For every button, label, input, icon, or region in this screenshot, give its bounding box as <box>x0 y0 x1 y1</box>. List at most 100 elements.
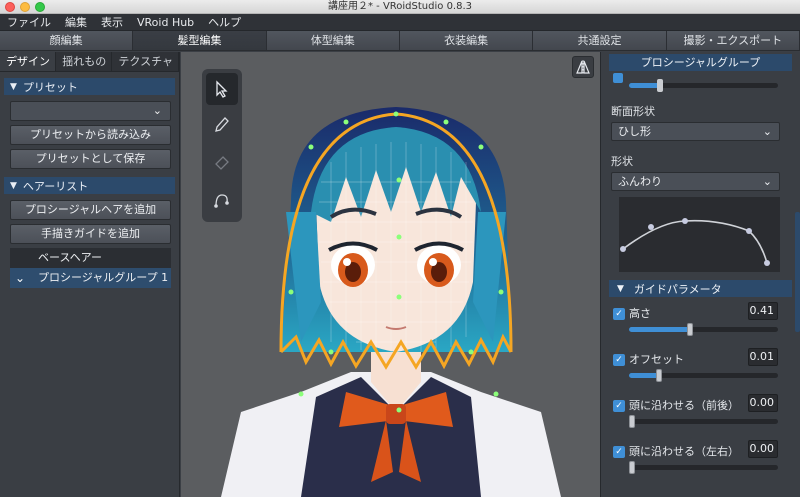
edit-toolbox <box>202 69 242 222</box>
menu-edit[interactable]: 編集 <box>58 14 94 30</box>
chevron-down-icon: ⌄ <box>762 125 772 138</box>
title-bar: 講座用２* - VRoidStudio 0.8.3 <box>0 0 800 14</box>
param-slider[interactable] <box>629 461 778 474</box>
param-value-input[interactable]: 0.01 <box>748 348 778 366</box>
slider-knob[interactable] <box>629 461 635 474</box>
menu-view[interactable]: 表示 <box>94 14 130 30</box>
select-tool-button[interactable] <box>206 73 238 105</box>
window-title: 講座用２* - VRoidStudio 0.8.3 <box>327 1 473 12</box>
chevron-down-icon: ⌄ <box>762 175 772 188</box>
cross-section-value: ひし形 <box>618 125 651 138</box>
curve-point[interactable] <box>746 228 752 234</box>
tab-hair-edit[interactable]: 髪型編集 <box>133 31 267 50</box>
param-offset: ✓ オフセット 0.01 <box>601 343 800 389</box>
tab-common-settings[interactable]: 共通設定 <box>533 31 667 50</box>
param-value-input[interactable]: 0.00 <box>748 440 778 458</box>
mirror-toggle-button[interactable] <box>572 56 594 78</box>
add-guide-button[interactable]: 手描きガイドを追加 <box>10 224 171 244</box>
preset-header-label: プリセット <box>22 80 78 94</box>
pen-icon <box>215 117 229 132</box>
hair-list-header-label: ヘアーリスト <box>22 179 89 193</box>
curve-point[interactable] <box>764 260 770 266</box>
curve-tool-button[interactable] <box>206 185 238 217</box>
menu-help[interactable]: ヘルプ <box>201 14 248 30</box>
param-label: 高さ <box>629 307 651 320</box>
collapse-caret-icon: ▼ <box>617 283 624 294</box>
cross-section-select[interactable]: ひし形 ⌄ <box>611 122 780 141</box>
slider-fill <box>629 83 659 88</box>
curve-point[interactable] <box>648 224 654 230</box>
param-follow-left-right: ✓ 頭に沿わせる（左右） 0.00 <box>601 435 800 481</box>
tab-outfit-edit[interactable]: 衣装編集 <box>399 31 534 50</box>
right-panel: プロシージャルグループ 断面形状 ひし形 ⌄ 形状 ふんわり ⌄ ▼ ガイドパラ… <box>600 52 800 497</box>
expand-chevron-icon[interactable]: ⌄ <box>15 268 25 288</box>
slider-knob[interactable] <box>656 369 662 382</box>
param-label: 頭に沿わせる（前後） <box>629 399 739 412</box>
tab-photo-export[interactable]: 撮影・エクスポート <box>666 31 800 50</box>
param-label: 頭に沿わせる（左右） <box>629 445 739 458</box>
preset-section-header[interactable]: ▼ プリセット <box>4 78 175 95</box>
hair-item-label: ベースヘアー <box>38 251 103 264</box>
eraser-icon <box>215 156 229 170</box>
hair-list-section-header[interactable]: ▼ ヘアーリスト <box>4 177 175 194</box>
param-slider[interactable] <box>629 415 778 428</box>
pen-tool-button[interactable] <box>206 109 238 141</box>
curve-point[interactable] <box>682 218 688 224</box>
slider-knob[interactable] <box>629 415 635 428</box>
param-label: オフセット <box>629 353 684 366</box>
shape-label: 形状 <box>611 155 633 168</box>
curve-point[interactable] <box>620 246 626 252</box>
mirror-icon <box>576 60 590 74</box>
select-arrow-icon <box>216 80 228 98</box>
param-height: ✓ 高さ 0.41 <box>601 297 800 343</box>
procedural-group-header: プロシージャルグループ <box>609 54 792 71</box>
cross-section-label: 断面形状 <box>611 105 655 118</box>
checkmark-icon[interactable]: ✓ <box>613 354 625 366</box>
eraser-tool-button[interactable] <box>206 147 238 179</box>
slider-fill <box>629 373 659 378</box>
param-slider[interactable] <box>629 323 778 336</box>
load-preset-button[interactable]: プリセットから読み込み <box>10 125 171 145</box>
subtab-physics[interactable]: 揺れもの <box>56 52 113 71</box>
top-slider-track[interactable] <box>629 79 778 92</box>
shape-value: ふんわり <box>618 175 662 188</box>
shape-curve <box>620 218 770 266</box>
top-slider-row <box>601 71 800 95</box>
hair-list-item-base[interactable]: ベースヘアー <box>10 248 171 268</box>
checkmark-icon[interactable]: ✓ <box>613 446 625 458</box>
slider-knob[interactable] <box>657 79 663 92</box>
slider-fill <box>629 327 690 332</box>
hair-list: ベースヘアー ⌄ プロシージャルグループ 1 <box>10 248 171 288</box>
hair-list-item-group[interactable]: ⌄ プロシージャルグループ 1 <box>10 268 171 288</box>
character-preview <box>221 107 561 497</box>
tab-face-edit[interactable]: 顔編集 <box>0 31 134 50</box>
shape-select[interactable]: ふんわり ⌄ <box>611 172 780 191</box>
subtab-design[interactable]: デザイン <box>0 52 57 71</box>
checkbox[interactable] <box>613 73 623 83</box>
tab-body-edit[interactable]: 体型編集 <box>266 31 400 50</box>
param-value-input[interactable]: 0.00 <box>748 394 778 412</box>
chevron-down-icon: ⌄ <box>152 104 162 117</box>
sub-tabs: デザイン 揺れもの テクスチャ <box>0 52 179 72</box>
3d-viewport[interactable] <box>181 52 600 497</box>
shape-curve-editor[interactable] <box>619 197 780 272</box>
curve-icon <box>214 194 229 208</box>
checkmark-icon[interactable]: ✓ <box>613 400 625 412</box>
menu-vroid-hub[interactable]: VRoid Hub <box>130 14 201 30</box>
add-procedural-hair-button[interactable]: プロシージャルヘアを追加 <box>10 200 171 220</box>
slider-knob[interactable] <box>687 323 693 336</box>
right-panel-scrollbar[interactable] <box>795 212 800 332</box>
param-slider[interactable] <box>629 369 778 382</box>
preset-dropdown[interactable]: ⌄ <box>10 101 171 121</box>
menu-file[interactable]: ファイル <box>0 14 58 30</box>
guide-params-section-header[interactable]: ▼ ガイドパラメータ <box>609 280 792 297</box>
checkmark-icon[interactable]: ✓ <box>613 308 625 320</box>
collapse-caret-icon: ▼ <box>10 81 17 92</box>
param-follow-front-back: ✓ 頭に沿わせる（前後） 0.00 <box>601 389 800 435</box>
hair-item-label: プロシージャルグループ 1 <box>38 271 169 284</box>
main-tabs: 顔編集 髪型編集 体型編集 衣装編集 共通設定 撮影・エクスポート <box>0 31 800 51</box>
param-value-input[interactable]: 0.41 <box>748 302 778 320</box>
save-preset-button[interactable]: プリセットとして保存 <box>10 149 171 169</box>
guide-params-label: ガイドパラメータ <box>633 282 722 296</box>
subtab-texture[interactable]: テクスチャ <box>112 52 179 71</box>
